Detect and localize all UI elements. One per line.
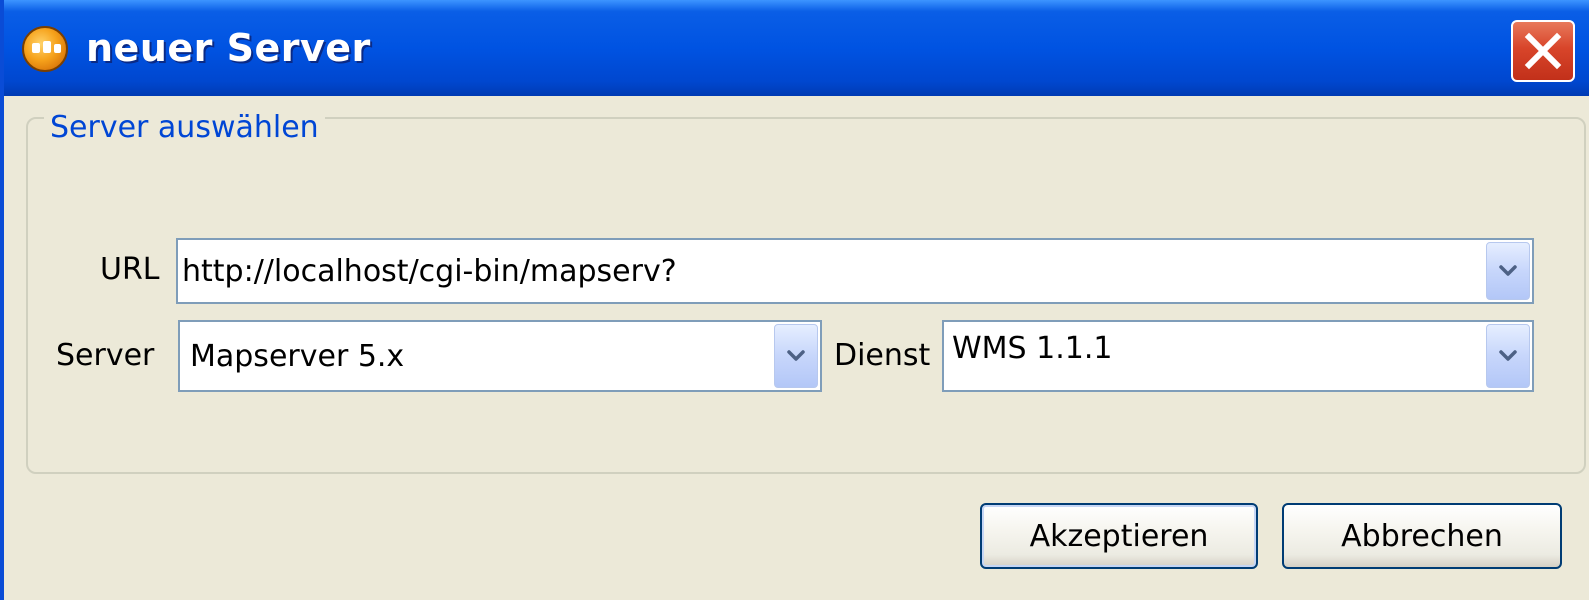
- app-globe-icon: [22, 26, 68, 72]
- dienst-combobox[interactable]: WMS 1.1.1: [942, 320, 1534, 392]
- accept-button[interactable]: Akzeptieren: [980, 503, 1258, 569]
- url-dropdown-button[interactable]: [1486, 242, 1530, 300]
- dienst-label: Dienst: [834, 338, 931, 373]
- dienst-dropdown-button[interactable]: [1486, 324, 1530, 388]
- group-title: Server auswählen: [44, 111, 325, 145]
- server-value[interactable]: Mapserver 5.x: [190, 322, 404, 390]
- url-combobox[interactable]: http://localhost/cgi-bin/mapserv?: [176, 238, 1534, 304]
- url-value[interactable]: http://localhost/cgi-bin/mapserv?: [182, 240, 677, 302]
- chevron-down-icon: [1499, 350, 1517, 361]
- title-bar[interactable]: neuer Server: [4, 0, 1589, 96]
- close-icon: [1524, 32, 1562, 70]
- window-title: neuer Server: [86, 26, 371, 70]
- cancel-button[interactable]: Abbrechen: [1282, 503, 1562, 569]
- url-label: URL: [100, 252, 160, 287]
- close-button[interactable]: [1511, 20, 1575, 82]
- chevron-down-icon: [1499, 265, 1517, 276]
- dienst-value[interactable]: WMS 1.1.1: [952, 306, 1112, 390]
- chevron-down-icon: [787, 350, 805, 361]
- dialog-window: neuer Server Server auswählen URL http:/…: [0, 0, 1589, 600]
- server-label: Server: [56, 338, 155, 373]
- server-combobox[interactable]: Mapserver 5.x: [178, 320, 822, 392]
- server-dropdown-button[interactable]: [774, 324, 818, 388]
